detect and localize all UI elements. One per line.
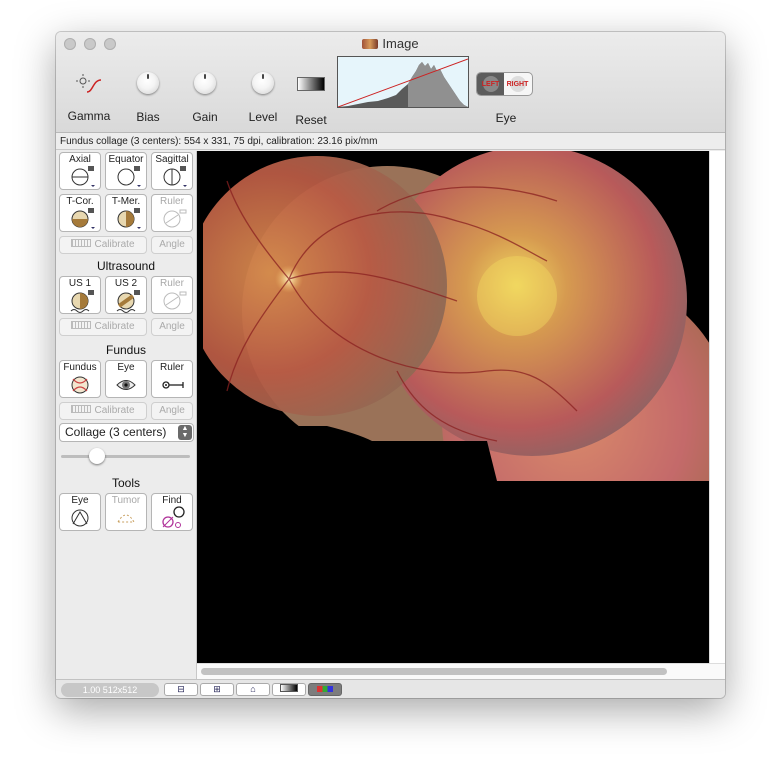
axial-icon [71,166,95,187]
fundus-icon [71,376,89,394]
eye-selector-label: Eye [495,111,517,125]
ruler-icon [71,239,92,247]
eye-side-selector[interactable]: LEFT RIGHT [476,72,533,96]
fundus-heading: Fundus [105,343,147,357]
eye-left-segment[interactable]: LEFT [477,73,504,95]
t-mer-button[interactable]: T-Mer. [105,194,147,232]
tools-heading: Tools [111,476,140,490]
status-bar: 1.00 512x512 ⊟ ⊞ ⌂ [56,679,725,698]
reset-label: Reset [295,113,327,127]
fundus-calibrate-button[interactable]: Calibrate [59,402,147,420]
us1-icon [70,290,94,313]
t-cor-icon [71,208,95,229]
home-icon: ⌂ [250,684,256,694]
us-ruler-button[interactable]: Ruler [151,276,193,314]
zoom-in-icon: ⊞ [213,684,221,694]
eye-icon [116,380,136,390]
home-button[interactable]: ⌂ [236,683,270,696]
horizontal-scroll-thumb[interactable] [201,668,667,675]
histogram-plot [337,58,469,108]
gain-knob[interactable] [194,72,216,94]
chevron-up-down-icon: ▲ ▼ [178,425,192,440]
bias-label: Bias [136,110,160,124]
level-knob[interactable] [252,72,274,94]
ruler-icon [162,381,184,389]
tumor-icon [117,514,135,523]
us1-button[interactable]: US 1 [59,276,101,314]
collage-slider-thumb[interactable] [89,448,105,464]
find-icon [162,506,185,528]
eye-right-segment[interactable]: RIGHT [504,73,531,95]
us-calibrate-button[interactable]: Calibrate [59,318,147,336]
us-angle-button[interactable]: Angle [151,318,193,336]
gain-control[interactable]: Gain [185,72,225,124]
ultrasound-heading: Ultrasound [96,259,156,273]
window-title: Image [56,36,725,51]
ct-angle-button[interactable]: Angle [151,236,193,254]
fundus-eye-button[interactable]: Eye [105,360,147,398]
bias-control[interactable]: Bias [128,72,168,124]
reset-control[interactable]: Reset [292,77,330,127]
fundus-button[interactable]: Fundus [59,360,101,398]
zoom-out-icon: ⊟ [177,684,185,694]
t-mer-icon [117,208,141,229]
sagittal-button[interactable]: Sagittal [151,152,193,190]
sagittal-icon [163,166,187,187]
title-toolbar: Image Gamma Bias Gain Level Reset LEFT R… [56,32,725,133]
ruler-icon [71,321,92,329]
horizontal-scrollbar[interactable] [197,663,725,680]
fundus-mode-select[interactable]: Collage (3 centers) ▲ ▼ [59,423,194,442]
grayscale-button[interactable] [272,683,306,696]
vertical-scrollbar[interactable] [709,151,725,663]
us2-button[interactable]: US 2 [105,276,147,314]
t-cor-button[interactable]: T-Cor. [59,194,101,232]
tool-panel: Axial Equator Sagittal T-Cor. T-Mer. Rul… [56,151,197,679]
gamma-label: Gamma [67,109,111,123]
image-info-bar: Fundus collage (3 centers): 554 x 331, 7… [56,133,725,150]
image-window: Image Gamma Bias Gain Level Reset LEFT R… [56,32,725,698]
ruler-disabled-icon [163,291,187,310]
zoom-readout: 1.00 512x512 [61,683,159,697]
us2-icon [116,290,140,313]
reset-gradient-icon [297,77,325,91]
gamma-icon [76,74,102,93]
histogram[interactable] [337,56,469,108]
fundus-angle-button[interactable]: Angle [151,402,193,420]
eye-globe-icon [71,509,89,527]
equator-icon [117,166,141,187]
level-control[interactable]: Level [243,72,283,124]
equator-button[interactable]: Equator [105,152,147,190]
rgb-icon [317,686,333,692]
ruler-disabled-icon [163,209,187,228]
ruler-icon [71,405,92,413]
fundus-collage-image[interactable] [197,151,709,663]
image-thumbnail-icon [362,39,379,49]
tumor-button[interactable]: Tumor [105,493,147,531]
collage-slider-track[interactable] [61,455,190,458]
fundus-ruler-button[interactable]: Ruler [151,360,193,398]
tools-eye-button[interactable]: Eye [59,493,101,531]
color-mode-button[interactable] [308,683,342,696]
gradient-icon [280,684,298,692]
gain-label: Gain [192,110,218,124]
find-button[interactable]: Find [151,493,193,531]
gamma-control[interactable]: Gamma [66,74,112,123]
ct-calibrate-button[interactable]: Calibrate [59,236,147,254]
ct-ruler-button[interactable]: Ruler [151,194,193,232]
axial-button[interactable]: Axial [59,152,101,190]
level-label: Level [248,110,278,124]
zoom-in-button[interactable]: ⊞ [200,683,234,696]
zoom-out-button[interactable]: ⊟ [164,683,198,696]
bias-knob[interactable] [137,72,159,94]
image-viewport[interactable] [197,151,709,663]
